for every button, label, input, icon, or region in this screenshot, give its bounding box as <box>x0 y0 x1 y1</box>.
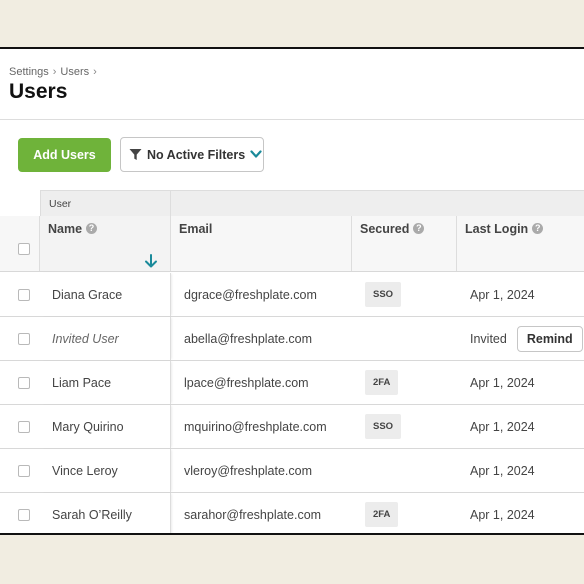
name-column-header[interactable]: Name ? <box>40 216 171 271</box>
add-users-button[interactable]: Add Users <box>18 138 111 172</box>
name-header-label: Name <box>48 222 83 236</box>
user-email: dgrace@freshplate.com <box>184 287 317 302</box>
row-checkbox[interactable] <box>18 288 30 301</box>
filter-icon <box>129 148 142 161</box>
sort-descending-icon[interactable] <box>144 254 158 271</box>
users-panel: Settings › Users › Users Add Users No Ac… <box>0 47 584 535</box>
user-email: mquirino@freshplate.com <box>184 419 327 434</box>
table-row[interactable]: Diana Grace dgrace@freshplate.com SSO Ap… <box>0 273 584 317</box>
secured-badge: SSO <box>365 282 402 307</box>
breadcrumb-settings[interactable]: Settings <box>9 66 49 78</box>
table-row[interactable]: Vince Leroy vleroy@freshplate.com Apr 1,… <box>0 449 584 493</box>
table-row[interactable]: Invited User abella@freshplate.com Invit… <box>0 317 584 361</box>
chevron-down-icon <box>250 150 262 159</box>
filter-label: No Active Filters <box>147 147 246 162</box>
help-icon[interactable]: ? <box>532 223 544 234</box>
last-login: Apr 1, 2024 <box>470 419 535 434</box>
table-row[interactable]: Mary Quirino mquirino@freshplate.com SSO… <box>0 405 584 449</box>
row-checkbox[interactable] <box>18 332 30 345</box>
user-email: vleroy@freshplate.com <box>184 463 313 478</box>
user-name: Invited User <box>40 317 171 360</box>
user-email: abella@freshplate.com <box>184 331 313 346</box>
secured-badge: 2FA <box>365 502 399 527</box>
select-all-checkbox[interactable] <box>18 243 30 255</box>
table-header-row: Name ? Email Secured ? Last Login ? <box>0 216 584 272</box>
user-name: Vince Leroy <box>40 449 171 492</box>
email-column-header[interactable]: Email <box>171 216 352 271</box>
user-name: Diana Grace <box>40 273 171 316</box>
last-login: Invited <box>470 331 507 346</box>
last-login: Apr 1, 2024 <box>470 287 535 302</box>
last-login-column-header[interactable]: Last Login ? <box>457 216 584 271</box>
row-checkbox[interactable] <box>18 376 30 389</box>
email-header-label: Email <box>179 222 213 236</box>
last-login: Apr 1, 2024 <box>470 463 535 478</box>
chevron-right-icon: › <box>52 66 57 78</box>
secured-column-header[interactable]: Secured ? <box>352 216 457 271</box>
breadcrumb-users[interactable]: Users <box>60 66 89 78</box>
help-icon[interactable]: ? <box>86 223 98 234</box>
chevron-right-icon: › <box>93 66 97 78</box>
breadcrumb: Settings › Users › <box>9 66 97 78</box>
column-group-user: User <box>40 190 171 217</box>
row-checkbox[interactable] <box>18 464 30 477</box>
last-login-header-label: Last Login <box>465 222 529 236</box>
help-icon[interactable]: ? <box>413 223 425 234</box>
secured-badge: SSO <box>365 414 402 439</box>
user-email: sarahor@freshplate.com <box>184 507 322 522</box>
secured-header-label: Secured <box>360 222 410 236</box>
user-name: Liam Pace <box>40 361 171 404</box>
last-login: Apr 1, 2024 <box>470 507 535 522</box>
user-email: lpace@freshplate.com <box>184 375 309 390</box>
table-row[interactable]: Sarah O’Reilly sarahor@freshplate.com 2F… <box>0 493 584 533</box>
secured-badge: 2FA <box>365 370 399 395</box>
user-name: Mary Quirino <box>40 405 171 448</box>
row-checkbox[interactable] <box>18 508 30 521</box>
user-name: Sarah O’Reilly <box>40 493 171 533</box>
row-checkbox[interactable] <box>18 420 30 433</box>
last-login: Apr 1, 2024 <box>470 375 535 390</box>
remind-button[interactable]: Remind <box>516 325 583 352</box>
divider <box>0 119 584 120</box>
filter-dropdown[interactable]: No Active Filters <box>120 137 264 172</box>
page-title: Users <box>9 80 68 103</box>
table-row[interactable]: Liam Pace lpace@freshplate.com 2FA Apr 1… <box>0 361 584 405</box>
